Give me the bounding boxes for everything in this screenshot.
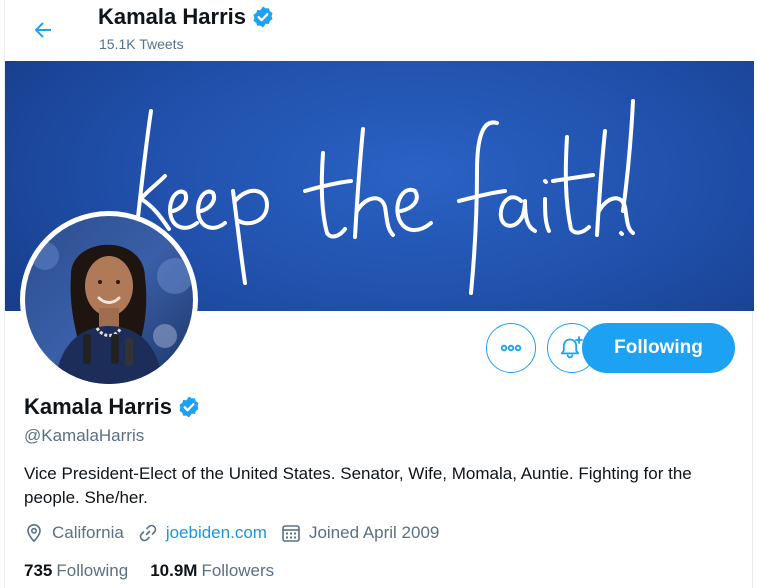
joined-text: Joined April 2009	[308, 523, 440, 542]
location-pin-icon	[27, 523, 41, 543]
avatar-portrait-graphic	[25, 216, 193, 384]
following-stat[interactable]: 735 Following	[24, 561, 128, 581]
calendar-icon	[282, 525, 300, 542]
profile-avatar[interactable]	[20, 211, 198, 389]
profile-name-text: Kamala Harris	[24, 394, 172, 419]
tweet-count: 15.1K Tweets	[99, 36, 184, 52]
more-options-button[interactable]	[486, 323, 536, 373]
profile-location: California	[24, 523, 124, 543]
header-name-text: Kamala Harris	[98, 4, 246, 29]
profile-bio: Vice President-Elect of the United State…	[24, 464, 692, 507]
followers-stat[interactable]: 10.9M Followers	[150, 561, 274, 581]
verified-badge-icon	[253, 6, 273, 28]
profile-name: Kamala Harris	[24, 394, 201, 420]
link-icon	[139, 524, 157, 542]
followers-count: 10.9M	[150, 561, 198, 580]
following-count: 735	[24, 561, 53, 580]
back-button[interactable]	[25, 12, 61, 48]
profile-handle: @KamalaHarris	[24, 426, 145, 445]
profile-website[interactable]: joebiden.com	[138, 523, 267, 543]
following-label: Following	[56, 561, 129, 580]
verified-badge-icon	[179, 396, 199, 418]
website-link[interactable]: joebiden.com	[166, 523, 267, 543]
profile-page: Kamala Harris 15.1K Tweets Following Kam…	[4, 0, 754, 588]
profile-header: Kamala Harris 15.1K Tweets	[5, 0, 754, 61]
more-dots-icon	[500, 344, 522, 352]
back-arrow-icon	[34, 22, 51, 38]
avatar-image	[25, 216, 193, 384]
profile-joined: Joined April 2009	[281, 523, 439, 543]
following-button[interactable]: Following	[582, 323, 735, 373]
location-text: California	[52, 523, 124, 542]
profile-stats: 735 Following 10.9M Followers	[24, 561, 296, 581]
followers-label: Followers	[201, 561, 275, 580]
header-title: Kamala Harris	[98, 4, 275, 30]
profile-meta: California joebiden.com Joined April 200…	[24, 523, 453, 543]
